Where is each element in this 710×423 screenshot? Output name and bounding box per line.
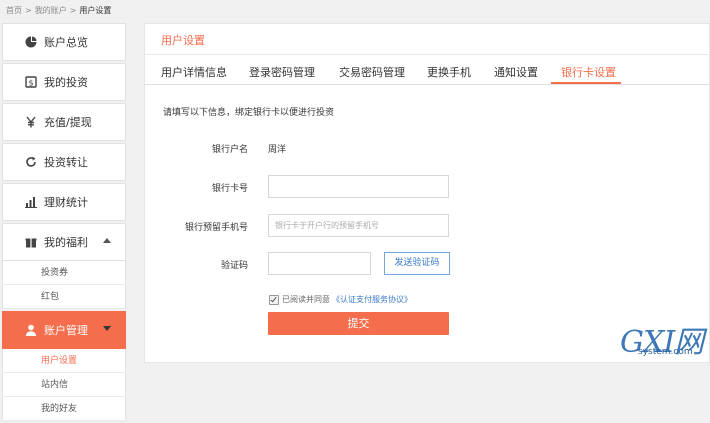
sidebar-item-recharge[interactable]: 充值/提现	[2, 103, 126, 141]
phone-label: 银行预留手机号	[184, 223, 248, 233]
agreement-row: 已阅读并同意 《认证支付服务协议》	[269, 294, 412, 305]
tab-notification[interactable]: 通知设置	[494, 64, 538, 80]
divider	[145, 54, 710, 55]
sidebar-item-label: 我的福利	[44, 236, 88, 249]
send-code-button[interactable]: 发送验证码	[384, 252, 450, 275]
tab-login-password[interactable]: 登录密码管理	[249, 64, 315, 80]
agree-text: 已阅读并同意	[282, 295, 330, 304]
sidebar: 账户总览 $ 我的投资 充值/提现 投资转让 理财统计 我的福利 投资券 红包	[2, 23, 126, 423]
sidebar-item-statistics[interactable]: 理财统计	[2, 183, 126, 221]
sidebar-item-overview[interactable]: 账户总览	[2, 23, 126, 61]
breadcrumb-home[interactable]: 首页	[6, 6, 22, 15]
sidebar-item-label: 投资转让	[44, 156, 88, 169]
sidebar-subitem-friends[interactable]: 我的好友	[2, 397, 126, 421]
agreement-link[interactable]: 《认证支付服务协议》	[332, 294, 412, 305]
tab-bar: 用户详情信息 登录密码管理 交易密码管理 更换手机 通知设置 银行卡设置	[145, 60, 710, 85]
investment-icon: $	[25, 76, 37, 88]
holder-label: 银行户名	[211, 145, 248, 155]
main-panel: 用户设置 用户详情信息 登录密码管理 交易密码管理 更换手机 通知设置 银行卡设…	[144, 23, 710, 363]
breadcrumb-current: 用户设置	[79, 6, 112, 15]
sidebar-subitem-messages[interactable]: 站内信	[2, 373, 126, 397]
tab-change-phone[interactable]: 更换手机	[427, 64, 471, 80]
submit-button[interactable]: 提交	[268, 312, 449, 335]
verification-code-input[interactable]	[268, 252, 371, 275]
tab-user-details[interactable]: 用户详情信息	[161, 64, 227, 80]
sidebar-item-label: 充值/提现	[44, 116, 92, 129]
user-icon	[25, 324, 37, 336]
gift-icon	[25, 236, 37, 248]
sidebar-subitem-user-settings[interactable]: 用户设置	[2, 349, 126, 373]
reserved-phone-input[interactable]	[268, 214, 449, 237]
agree-checkbox[interactable]	[269, 294, 279, 305]
breadcrumb: 首页 > 我的账户 > 用户设置	[0, 0, 710, 22]
card-label: 银行卡号	[211, 184, 248, 194]
sidebar-subitem-coupon[interactable]: 投资券	[2, 261, 126, 285]
bar-chart-icon	[25, 196, 37, 208]
sidebar-subitem-redpacket[interactable]: 红包	[2, 285, 126, 309]
form-intro: 请填写以下信息，绑定银行卡以便进行投资	[163, 108, 335, 118]
sidebar-item-label: 我的投资	[44, 76, 88, 89]
svg-text:$: $	[28, 79, 33, 88]
holder-value: 周洋	[268, 145, 287, 155]
card-number-input[interactable]	[268, 175, 449, 198]
sidebar-item-transfer[interactable]: 投资转让	[2, 143, 126, 181]
pie-chart-icon	[25, 36, 37, 48]
yen-icon	[25, 116, 37, 128]
sidebar-item-account-management[interactable]: 账户管理	[2, 311, 126, 349]
sidebar-item-label: 账户总览	[44, 36, 88, 49]
code-label: 验证码	[220, 261, 248, 271]
breadcrumb-account[interactable]: 我的账户	[35, 6, 67, 15]
sidebar-item-label: 账户管理	[44, 324, 88, 337]
welfare-submenu: 投资券 红包	[2, 261, 126, 309]
chevron-up-icon	[103, 238, 111, 243]
watermark-logo: GXI网 system.com	[620, 317, 704, 360]
tab-bank-card[interactable]: 银行卡设置	[561, 64, 616, 80]
breadcrumb-separator: >	[25, 6, 32, 15]
refresh-icon	[25, 156, 37, 168]
sidebar-item-investment[interactable]: $ 我的投资	[2, 63, 126, 101]
watermark-small: system.com	[638, 347, 693, 357]
sidebar-item-welfare[interactable]: 我的福利	[2, 223, 126, 261]
page-title: 用户设置	[161, 34, 205, 47]
chevron-down-icon	[103, 326, 111, 331]
breadcrumb-separator: >	[69, 6, 77, 15]
tab-trade-password[interactable]: 交易密码管理	[339, 64, 405, 80]
active-tab-indicator	[551, 82, 621, 84]
sidebar-item-label: 理财统计	[44, 196, 88, 209]
account-submenu: 用户设置 站内信 我的好友	[2, 349, 126, 421]
